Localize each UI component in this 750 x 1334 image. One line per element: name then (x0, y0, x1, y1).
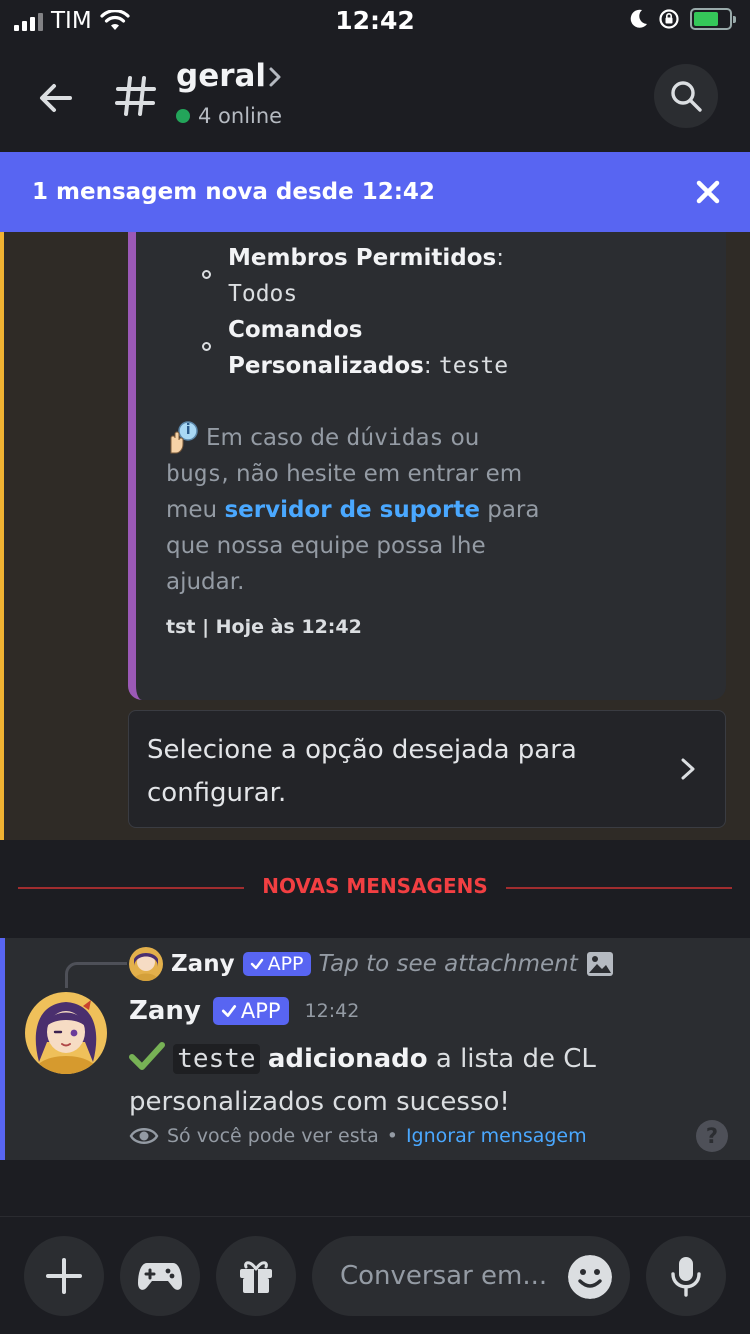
only-you-text: Só você pode ver esta (167, 1125, 379, 1147)
help-icon[interactable]: ? (696, 1120, 728, 1152)
voice-message-button[interactable] (646, 1236, 726, 1316)
config-select-menu[interactable]: Selecione a opção desejada para configur… (128, 710, 726, 828)
new-messages-divider: NOVAS MENSAGENS (18, 874, 732, 902)
ephemeral-message[interactable]: Zany APP Tap to see attachment Zany APP … (0, 938, 750, 1160)
status-right (628, 8, 736, 30)
verified-check-icon (221, 1005, 236, 1017)
app-badge: APP (212, 997, 289, 1025)
members-value: Todos (228, 281, 298, 307)
help-line-2: bugs, não hesite em entrar em (166, 461, 523, 487)
channel-header: geral 4 online (0, 44, 750, 150)
status-bar: TIM 12:42 (0, 0, 750, 44)
message-line-2: personalizados com sucesso! (129, 1087, 510, 1117)
members-row: Membros Permitidos: (228, 240, 504, 276)
chevron-right-icon[interactable] (264, 66, 286, 88)
help-line-3: meu servidor de suporte para (166, 497, 540, 523)
help-text: Em caso de dúvidas ou bugs, não hesite e… (166, 420, 586, 600)
banner-text: 1 mensagem nova desde 12:42 (32, 179, 435, 205)
list-bullet (202, 270, 211, 279)
image-icon (586, 952, 613, 976)
commands-row: Personalizados: teste (228, 348, 508, 384)
commands-colon: : (423, 353, 432, 379)
message-header: Zany APP 12:42 (129, 996, 359, 1026)
channel-title[interactable]: geral (176, 58, 266, 94)
divider-label: NOVAS MENSAGENS (262, 874, 488, 898)
message-text-1: a lista de CL (435, 1044, 596, 1074)
ephemeral-footer: Só você pode ver esta • Ignorar mensagem (129, 1124, 587, 1148)
message-input[interactable]: Conversar em... (312, 1236, 630, 1316)
reply-hint: Tap to see attachment (318, 951, 578, 977)
list-bullet (202, 342, 211, 351)
reply-author[interactable]: Zany (171, 951, 235, 977)
hash-icon (115, 76, 156, 116)
new-messages-banner[interactable]: 1 mensagem nova desde 12:42 (0, 152, 750, 232)
search-button[interactable] (654, 64, 718, 128)
commands-value: teste (438, 353, 509, 379)
reply-connector (65, 962, 127, 988)
inline-code: teste (173, 1044, 260, 1074)
embed-value-todos: Todos (228, 232, 297, 240)
commands-label-1: Comandos (228, 317, 363, 343)
add-attachment-button[interactable] (24, 1236, 104, 1316)
footer-separator: • (386, 1125, 398, 1147)
select-placeholder: Selecione a opção desejada para configur… (147, 735, 577, 808)
online-status-icon (176, 109, 190, 123)
help-line-5: ajudar. (166, 569, 245, 595)
gift-button[interactable] (216, 1236, 296, 1316)
highlighted-message: Todos Membros Permitidos: Todos Comandos… (0, 232, 750, 840)
rotation-lock-icon (659, 9, 679, 29)
dismiss-message-link[interactable]: Ignorar mensagem (406, 1125, 587, 1147)
message-timestamp: 12:42 (304, 1000, 360, 1022)
emoji-icon[interactable] (568, 1255, 612, 1299)
gamepad-icon (138, 1263, 182, 1290)
eye-icon (129, 1128, 159, 1144)
commands-label-2: Personalizados (228, 353, 424, 379)
battery-icon (690, 8, 736, 30)
commands-label-line1: Comandos (228, 312, 363, 348)
gift-icon (240, 1261, 272, 1293)
check-mark-icon (129, 1042, 165, 1070)
microphone-icon (671, 1257, 701, 1297)
reply-reference[interactable]: Zany APP Tap to see attachment (129, 944, 614, 984)
verified-check-icon (250, 958, 263, 970)
online-text: 4 online (198, 104, 283, 128)
bold-text: adicionado (267, 1044, 428, 1074)
message-input-placeholder: Conversar em... (340, 1261, 548, 1291)
help-line-4: que nossa equipe possa lhe (166, 533, 486, 559)
message-line-1: teste adicionado a lista de CL (129, 1038, 729, 1081)
avatar[interactable] (25, 992, 107, 1074)
members-label: Membros Permitidos (228, 245, 497, 271)
back-arrow-icon[interactable] (32, 74, 80, 122)
moon-icon (630, 9, 647, 28)
online-count: 4 online (176, 104, 282, 128)
chevron-right-icon (681, 758, 695, 780)
close-icon[interactable] (692, 176, 724, 208)
activities-button[interactable] (120, 1236, 200, 1316)
embed-footer: tst | Hoje às 12:42 (166, 616, 362, 638)
message-content: teste adicionado a lista de CL personali… (129, 1038, 729, 1124)
app-badge: APP (242, 952, 311, 976)
composer-divider (0, 1216, 750, 1217)
author-name[interactable]: Zany (129, 996, 201, 1026)
avatar[interactable] (129, 947, 163, 981)
message-composer: Conversar em... (0, 1236, 750, 1316)
help-line-1: Em caso de dúvidas ou (206, 425, 480, 451)
embed-card: Todos Membros Permitidos: Todos Comandos… (128, 232, 726, 700)
search-icon (671, 81, 702, 112)
plus-icon (46, 1258, 82, 1294)
support-server-link[interactable]: servidor de suporte (224, 497, 479, 523)
members-colon: : (496, 245, 504, 271)
